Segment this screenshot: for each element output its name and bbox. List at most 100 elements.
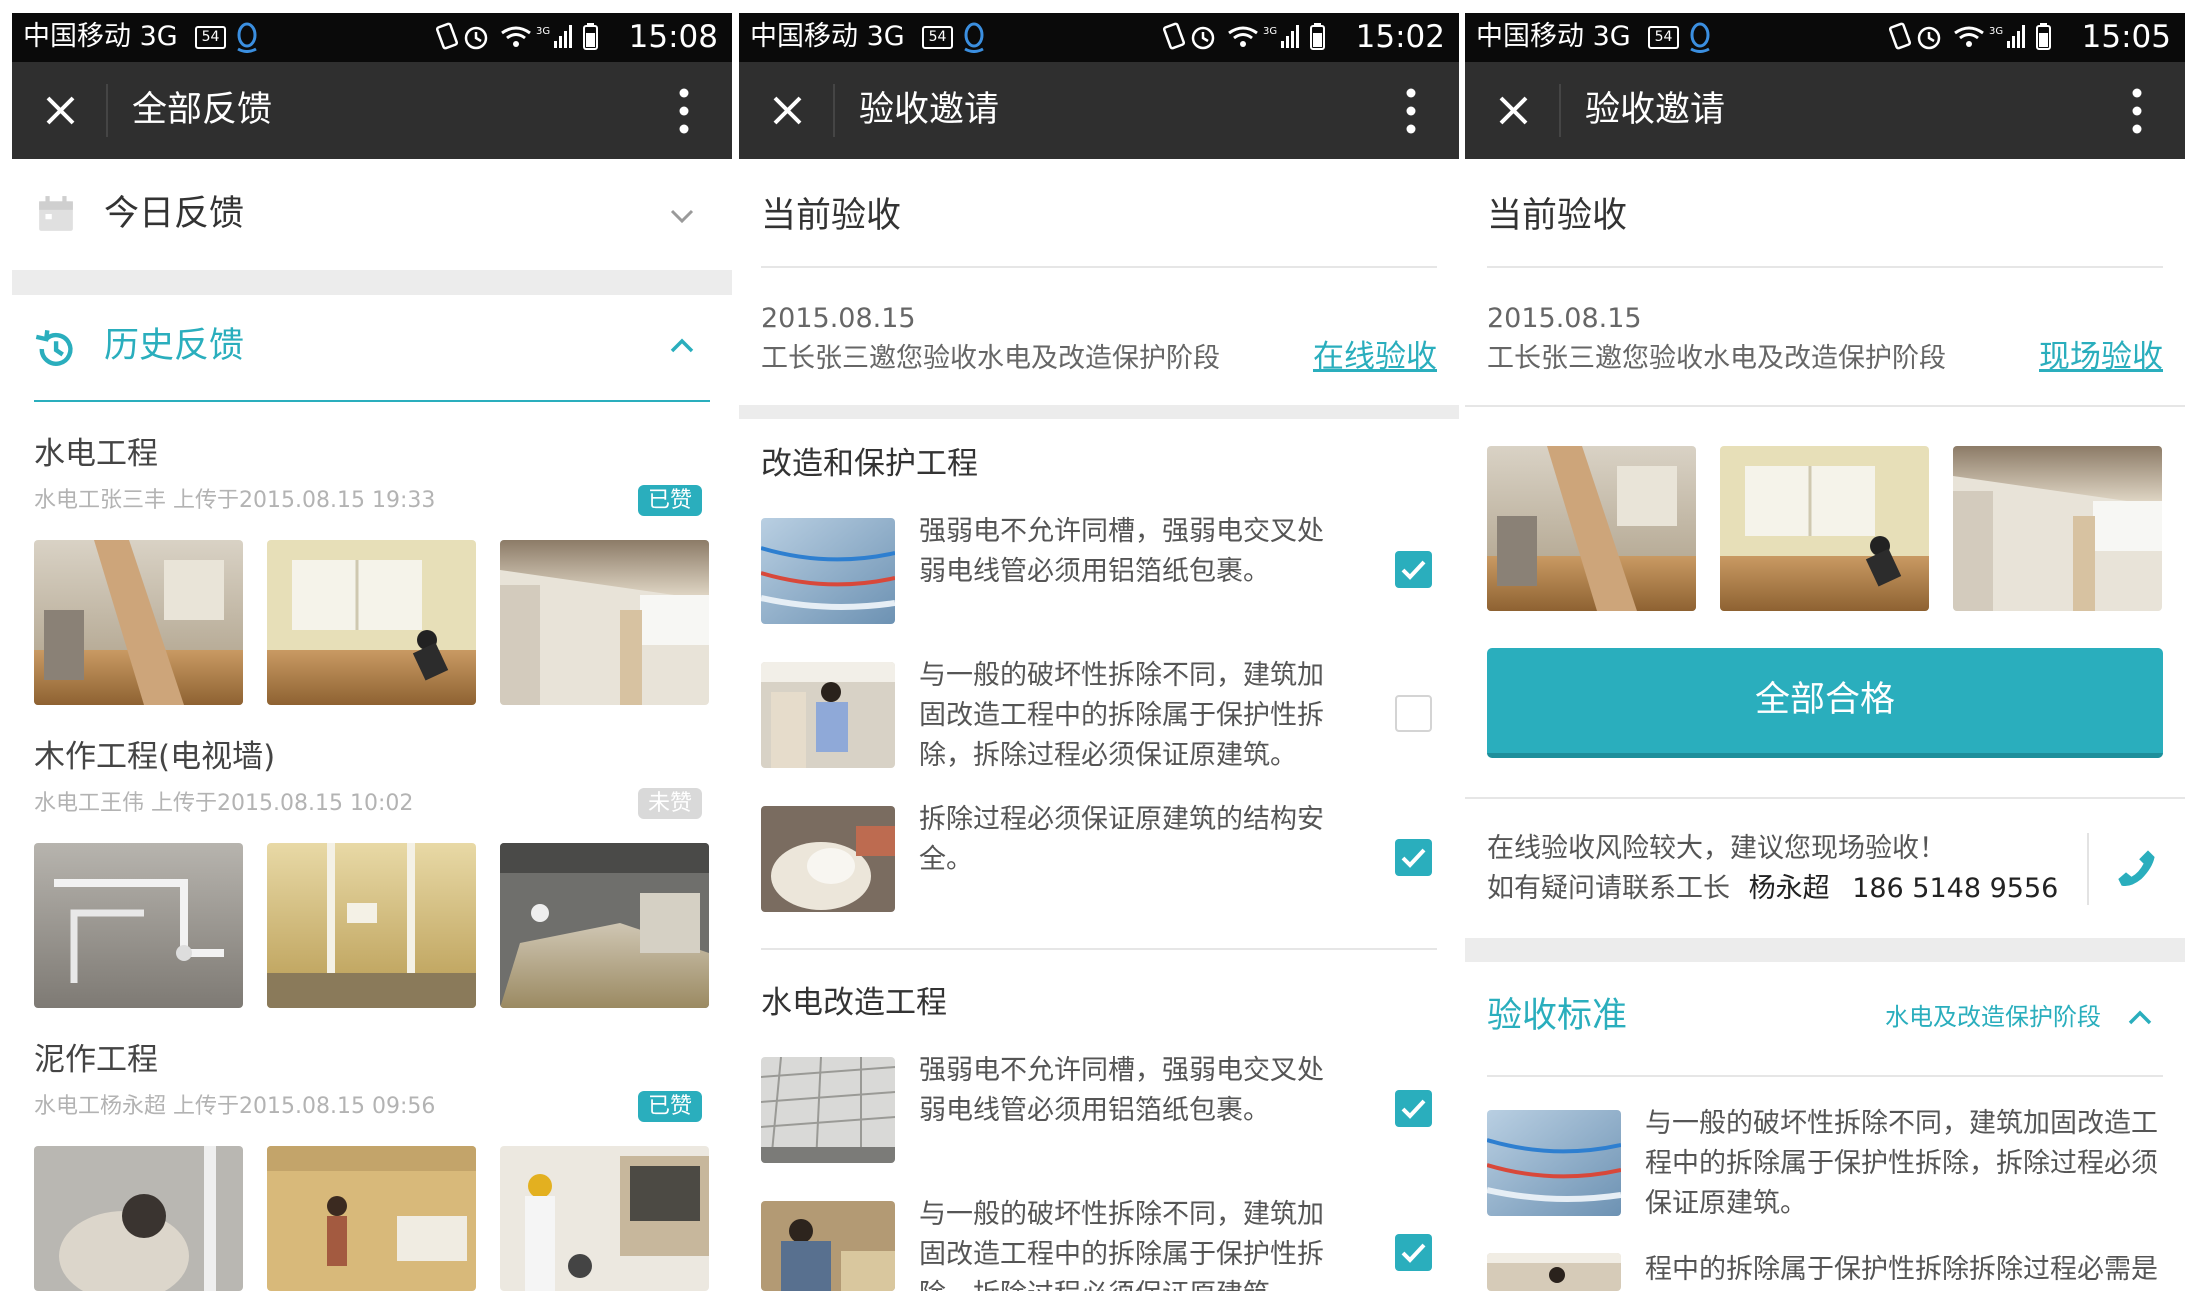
status-bar: 中国移动 3G 54 3G 15:02 — [739, 13, 1459, 62]
qq-penguin-icon — [964, 22, 984, 53]
online-inspection-link[interactable]: 在线验收 — [1313, 336, 1437, 378]
more-vert-icon[interactable] — [2131, 87, 2143, 135]
more-vert-icon[interactable] — [1405, 87, 1417, 135]
divider — [1487, 266, 2163, 268]
app-bar: 全部反馈 — [12, 62, 732, 159]
risk-notice: 在线验收风险较大，建议您现场验收！ — [1487, 833, 1946, 864]
group-meta: 水电工张三丰 上传于2015.08.15 19:33 — [34, 488, 436, 513]
item-photo — [761, 1201, 895, 1291]
invite-text: 工长张三邀您验收水电及改造保护阶段 — [1487, 343, 1946, 374]
qq-penguin-icon — [237, 22, 257, 53]
wifi-icon — [1228, 26, 1258, 47]
close-icon[interactable] — [765, 88, 810, 133]
photo-thumbnail[interactable] — [500, 1146, 709, 1291]
item-photo — [761, 806, 895, 912]
section-title: 改造和保护工程 — [761, 446, 978, 482]
current-inspection-label: 当前验收 — [1487, 196, 1628, 236]
current-inspection-label: 当前验收 — [761, 196, 902, 236]
section-gap — [12, 270, 732, 295]
carrier-label: 中国移动 3G — [750, 21, 905, 52]
liked-badge: 已赞 — [638, 1091, 703, 1122]
photo-thumbnail[interactable] — [267, 540, 476, 705]
chevron-down-icon[interactable] — [667, 201, 697, 231]
contact-line: 如有疑问请联系工长 杨永超 186 5148 9556 — [1487, 869, 2058, 909]
status-bar: 中国移动 3G 54 3G 15:05 — [1465, 13, 2185, 62]
divider — [1487, 1075, 2163, 1077]
today-feedback-row[interactable]: 今日反馈 — [12, 159, 732, 270]
page-title: 验收邀请 — [859, 90, 1000, 130]
signal-icon: 3G — [1989, 25, 2025, 48]
today-feedback-label: 今日反馈 — [104, 194, 245, 234]
chevron-up-icon[interactable] — [667, 331, 697, 361]
system-icons: 3G — [1163, 22, 1325, 50]
standard-text: 程中的拆除属于保护性拆除拆除过程必需是 — [1645, 1254, 2158, 1285]
divider — [833, 84, 835, 137]
page-title: 验收邀请 — [1585, 90, 1726, 130]
photo-thumbnail[interactable] — [1953, 446, 2162, 611]
photo-thumbnail[interactable] — [34, 540, 243, 705]
chevron-up-icon[interactable] — [2125, 1003, 2155, 1033]
standard-photo — [1487, 1253, 1621, 1291]
standard-text: 与一般的破坏性拆除不同，建筑加固改造工 — [1645, 1108, 2158, 1139]
item-text: 弱电线管必须用铝箔纸包裹。 — [919, 1095, 1270, 1126]
checkbox-checked-icon[interactable] — [1395, 1234, 1432, 1271]
divider — [761, 948, 1437, 950]
standards-stage[interactable]: 水电及改造保护阶段 — [1885, 1000, 2101, 1034]
close-icon[interactable] — [38, 88, 83, 133]
checkbox-checked-icon[interactable] — [1395, 1090, 1432, 1127]
vibrate-icon — [1163, 22, 1186, 50]
battery-icon — [2036, 23, 2051, 50]
page-title: 全部反馈 — [132, 90, 273, 130]
photo-thumbnail[interactable] — [267, 843, 476, 1008]
more-vert-icon[interactable] — [678, 87, 690, 135]
checkbox-empty-icon[interactable] — [1395, 695, 1432, 732]
standards-label: 验收标准 — [1487, 996, 1628, 1036]
close-icon[interactable] — [1491, 88, 1536, 133]
vibrate-icon — [1889, 22, 1912, 50]
history-icon — [35, 330, 73, 366]
item-text: 弱电线管必须用铝箔纸包裹。 — [919, 556, 1270, 587]
app-bar: 验收邀请 — [1465, 62, 2185, 159]
carrier-label: 中国移动 3G — [23, 21, 178, 52]
divider — [106, 84, 108, 137]
standard-text: 保证原建筑。 — [1645, 1188, 1807, 1219]
battery-icon — [583, 23, 598, 50]
system-icons: 3G — [1889, 22, 2051, 50]
calendar-icon — [39, 196, 73, 231]
item-photo — [761, 662, 895, 768]
invite-date: 2015.08.15 — [1487, 303, 1642, 334]
history-feedback-header[interactable]: 历史反馈 — [12, 295, 732, 402]
screen-inspection-online: 中国移动 3G 54 3G 15:02 验收邀请 当前验收 2015.08.15… — [739, 13, 1459, 1291]
item-text: 强弱电不允许同槽，强弱电交叉处 — [919, 1055, 1324, 1086]
photo-thumbnail[interactable] — [1720, 446, 1929, 611]
item-text: 与一般的破坏性拆除不同，建筑加 — [919, 1199, 1324, 1230]
phone-icon[interactable] — [2115, 846, 2159, 890]
section-title: 水电改造工程 — [761, 985, 947, 1021]
item-text: 固改造工程中的拆除属于保护性拆 — [919, 700, 1324, 731]
photo-thumbnail[interactable] — [34, 843, 243, 1008]
standard-text: 程中的拆除属于保护性拆除，拆除过程必须 — [1645, 1148, 2158, 1179]
photo-thumbnail[interactable] — [34, 1146, 243, 1291]
svg-text:3G: 3G — [1263, 26, 1277, 37]
item-text: 强弱电不允许同槽，强弱电交叉处 — [919, 516, 1324, 547]
photo-thumbnail[interactable] — [267, 1146, 476, 1291]
checkbox-checked-icon[interactable] — [1395, 839, 1432, 876]
onsite-inspection-link[interactable]: 现场验收 — [2039, 336, 2163, 378]
photo-thumbnail[interactable] — [1487, 446, 1696, 611]
invite-date: 2015.08.15 — [761, 303, 916, 334]
item-text: 除，拆除过程必须保证原建筑。 — [919, 1275, 1297, 1291]
wifi-icon — [501, 26, 531, 47]
item-text: 与一般的破坏性拆除不同，建筑加 — [919, 660, 1324, 691]
alarm-icon — [464, 26, 488, 50]
item-text: 固改造工程中的拆除属于保护性拆 — [919, 1239, 1324, 1270]
photo-thumbnail[interactable] — [500, 540, 709, 705]
notification-badge: 54 — [922, 26, 953, 49]
all-pass-button[interactable]: 全部合格 — [1487, 648, 2163, 758]
group-meta: 水电工王伟 上传于2015.08.15 10:02 — [34, 791, 414, 816]
screen-inspection-onsite: 中国移动 3G 54 3G 15:05 验收邀请 当前验收 2015.08.15… — [1465, 13, 2185, 1291]
liked-badge: 已赞 — [638, 485, 703, 516]
photo-thumbnail[interactable] — [500, 843, 709, 1008]
app-bar: 验收邀请 — [739, 62, 1459, 159]
checkbox-checked-icon[interactable] — [1395, 551, 1432, 588]
signal-icon: 3G — [536, 25, 572, 48]
